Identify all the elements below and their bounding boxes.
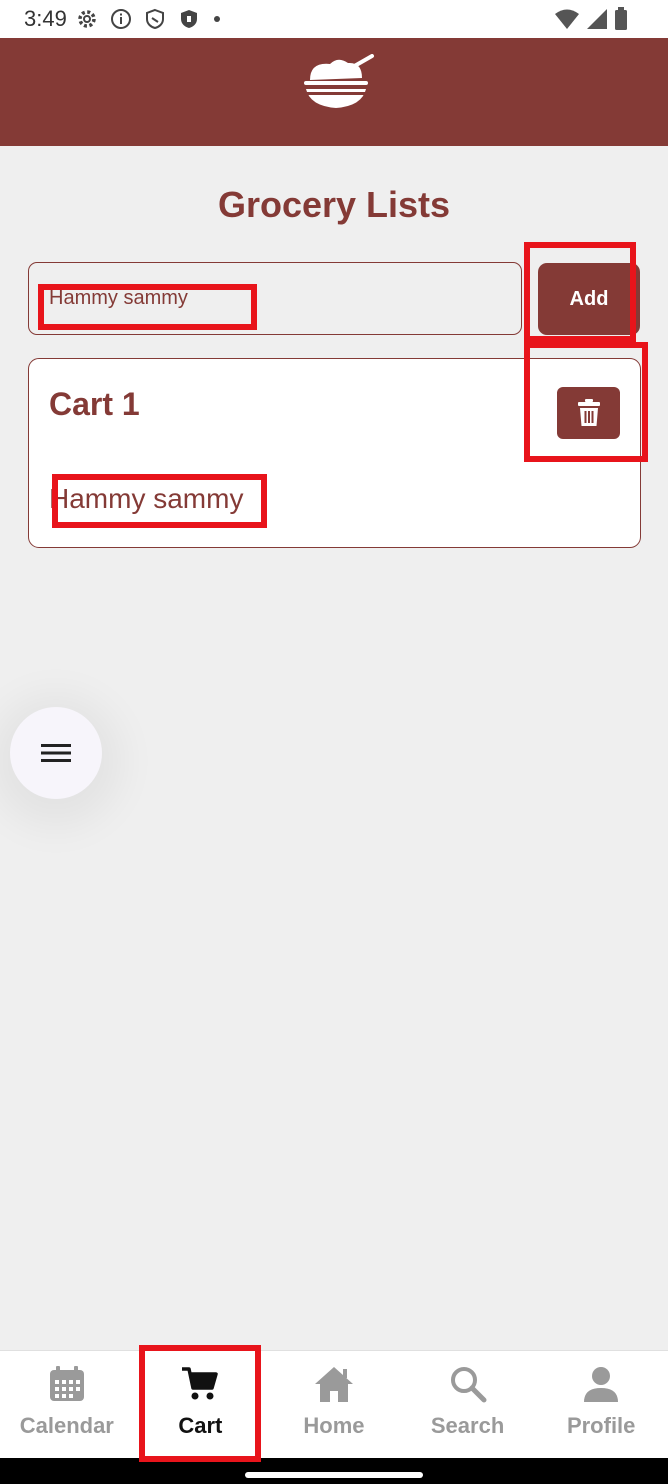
- bottom-nav: Calendar Cart Home Search Profile: [0, 1350, 668, 1458]
- signal-icon: [587, 9, 607, 29]
- calendar-icon: [49, 1366, 84, 1401]
- status-bar: 3:49: [0, 0, 668, 38]
- nav-label-search: Search: [430, 1413, 505, 1438]
- shield-icon: [146, 8, 164, 30]
- system-nav-bar: [0, 1458, 668, 1484]
- grocery-item-input[interactable]: Hammy sammy: [28, 262, 522, 335]
- info-icon: [111, 9, 131, 29]
- nav-item-search[interactable]: Search: [401, 1351, 535, 1458]
- add-button[interactable]: Add: [538, 263, 640, 335]
- trash-icon: [577, 399, 600, 426]
- nav-item-home[interactable]: Home: [267, 1351, 401, 1458]
- profile-icon: [584, 1367, 619, 1402]
- cart-icon: [182, 1367, 219, 1400]
- page-title: Grocery Lists: [217, 184, 451, 225]
- search-icon: [450, 1367, 487, 1403]
- list-item: Hammy sammy: [49, 483, 244, 514]
- menu-icon: [41, 744, 71, 762]
- grocery-list-card: Cart 1 Hammy sammy: [28, 358, 641, 548]
- nav-item-cart[interactable]: Cart: [134, 1351, 268, 1458]
- status-time: 3:49: [24, 6, 67, 31]
- battery-icon: [615, 7, 627, 30]
- nav-label-cart: Cart: [178, 1413, 223, 1438]
- dot-icon: [214, 16, 220, 22]
- nav-label-profile: Profile: [566, 1413, 636, 1438]
- rice-bowl-logo: [304, 54, 374, 108]
- grocery-item-input-value: Hammy sammy: [49, 287, 188, 309]
- wifi-icon: [555, 9, 579, 29]
- home-icon: [314, 1367, 353, 1402]
- nav-label-calendar: Calendar: [19, 1413, 114, 1438]
- nav-label-home: Home: [303, 1413, 365, 1438]
- home-gesture-pill[interactable]: [245, 1472, 423, 1478]
- app-bar: [0, 38, 668, 146]
- menu-fab-button[interactable]: [10, 707, 102, 799]
- gear-icon: [78, 10, 96, 28]
- shield-filled-icon: [181, 10, 197, 28]
- nav-item-calendar[interactable]: Calendar: [0, 1351, 134, 1458]
- delete-list-button[interactable]: [557, 387, 620, 439]
- list-title: Cart 1: [49, 386, 140, 422]
- nav-item-profile[interactable]: Profile: [534, 1351, 668, 1458]
